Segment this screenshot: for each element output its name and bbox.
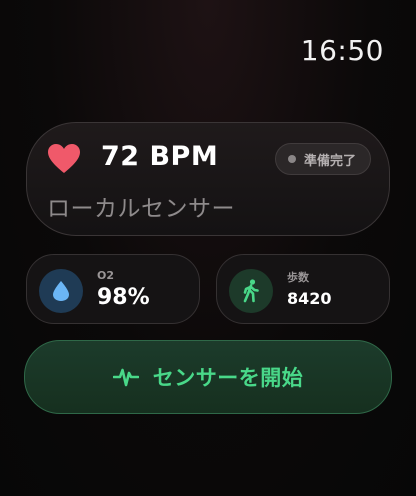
oxygen-value: 98% [97, 285, 150, 310]
walking-person-icon [243, 279, 259, 303]
oxygen-icon-circle [39, 269, 83, 313]
sensor-source-label: ローカルセンサー [47, 196, 235, 222]
oxygen-tile[interactable]: O2 98% [26, 254, 200, 324]
status-dot-icon [287, 155, 296, 163]
water-drop-icon [53, 281, 69, 301]
start-sensor-button[interactable]: センサーを開始 [24, 340, 392, 414]
start-sensor-button-label: センサーを開始 [152, 366, 304, 390]
pulse-icon [112, 368, 139, 387]
steps-icon-circle [229, 269, 273, 313]
heart-rate-card[interactable]: 72 BPM 準備完了 ローカルセンサー [26, 122, 390, 236]
status-time: 16:50 [300, 34, 384, 67]
heart-icon [48, 144, 80, 173]
status-badge: 準備完了 [274, 143, 371, 175]
heart-rate-value: 72 BPM [101, 141, 219, 172]
oxygen-label: O2 [97, 269, 115, 282]
steps-tile[interactable]: 歩数 8420 [216, 254, 390, 324]
steps-value: 8420 [287, 289, 332, 308]
steps-label: 歩数 [287, 271, 309, 284]
status-badge-label: 準備完了 [303, 153, 356, 169]
